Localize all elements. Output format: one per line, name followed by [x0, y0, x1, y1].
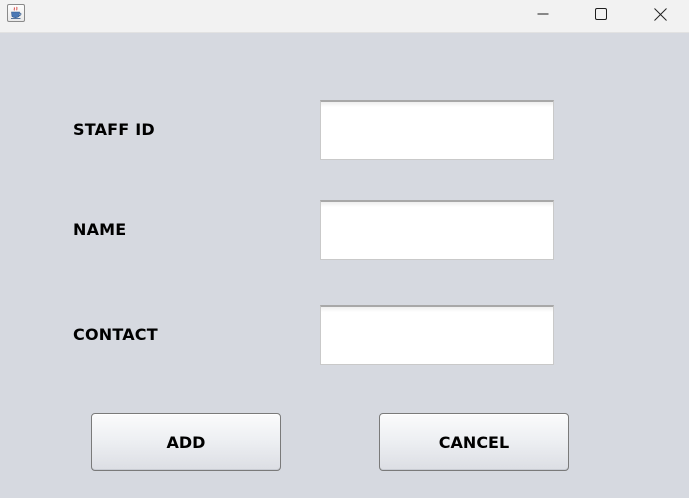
- close-button[interactable]: [637, 0, 683, 28]
- name-input[interactable]: [320, 200, 554, 260]
- name-label: NAME: [73, 220, 127, 239]
- close-icon: [653, 7, 667, 21]
- staff-id-input[interactable]: [320, 100, 554, 160]
- maximize-button[interactable]: [578, 0, 624, 28]
- contact-input[interactable]: [320, 305, 554, 365]
- java-cup-icon[interactable]: [7, 4, 25, 22]
- contact-label: CONTACT: [73, 325, 158, 344]
- app-window: STAFF ID NAME CONTACT ADD CANCEL: [0, 0, 689, 498]
- cancel-button[interactable]: CANCEL: [379, 413, 569, 471]
- title-bar[interactable]: [0, 0, 689, 33]
- minimize-button[interactable]: [520, 0, 566, 28]
- add-button[interactable]: ADD: [91, 413, 281, 471]
- minimize-icon: [537, 8, 549, 20]
- maximize-icon: [595, 8, 607, 20]
- staff-id-label: STAFF ID: [73, 120, 155, 139]
